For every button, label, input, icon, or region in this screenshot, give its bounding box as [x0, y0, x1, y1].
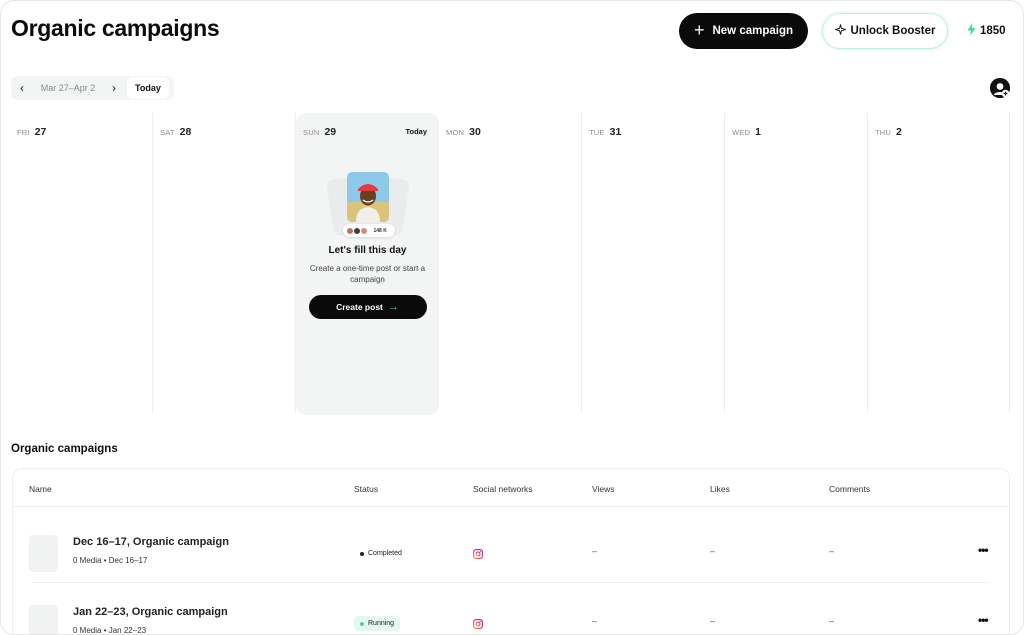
day-number: 28: [179, 126, 192, 138]
day-column-today[interactable]: SUN 29 Today 148 K Let's fill this day C…: [296, 113, 439, 415]
empty-day-subtitle: Create a one-time post or start a campai…: [309, 264, 426, 284]
campaign-dates: Jan 22–23: [108, 626, 147, 635]
instagram-icon: [473, 616, 484, 630]
day-number: 2: [896, 126, 902, 138]
week-calendar: FRI 27 SAT 28 SUN 29 Today 148 K Let's f…: [10, 113, 1010, 415]
media-count: 0 Media: [73, 556, 102, 565]
campaign-title: Jan 22–23, Organic campaign: [73, 606, 228, 618]
media-count: 0 Media: [73, 626, 102, 635]
more-icon[interactable]: •••: [978, 543, 989, 557]
create-post-button[interactable]: Create post →: [308, 295, 427, 319]
comments-value: –: [829, 616, 835, 626]
create-post-label: Create post: [336, 302, 383, 312]
table-header: Name Status Social networks Views Likes …: [13, 469, 1009, 507]
day-number: 1: [755, 126, 761, 138]
day-of-week: MON: [446, 128, 465, 137]
date-navigator: ‹ Mar 27–Apr 2 › Today: [11, 76, 174, 100]
campaigns-section-title: Organic campaigns: [11, 443, 118, 455]
column-header-name[interactable]: Name: [29, 484, 52, 494]
unlock-booster-label: Unlock Booster: [850, 25, 936, 37]
new-campaign-label: New campaign: [712, 25, 794, 37]
new-campaign-button[interactable]: + New campaign: [679, 13, 808, 49]
status-dot: [360, 621, 364, 626]
day-of-week: WED: [732, 128, 751, 137]
lightning-icon: [967, 23, 976, 39]
day-number: 27: [34, 126, 47, 138]
day-column[interactable]: TUE 31: [582, 113, 725, 413]
likes-value: –: [710, 546, 716, 556]
status-text: Running: [368, 620, 395, 627]
page-title: Organic campaigns: [11, 15, 220, 41]
status-text: Completed: [368, 550, 402, 557]
arrow-right-icon: →: [387, 301, 399, 313]
campaign-meta: 0 Media • Dec 16–17: [73, 556, 148, 565]
more-icon[interactable]: •••: [978, 613, 989, 627]
plus-icon: +: [693, 20, 705, 40]
campaign-dates: Dec 16–17: [108, 556, 148, 565]
column-header-likes[interactable]: Likes: [710, 484, 730, 494]
day-of-week: SAT: [160, 128, 175, 137]
chevron-left-icon[interactable]: ‹: [11, 76, 33, 100]
credits-value: 1850: [980, 25, 1006, 37]
today-button[interactable]: Today: [127, 77, 169, 99]
day-of-week: TUE: [589, 128, 605, 137]
column-header-social[interactable]: Social networks: [473, 484, 533, 494]
today-label: Today: [405, 127, 427, 136]
day-column[interactable]: THU 2: [868, 113, 1010, 413]
day-of-week: SUN: [303, 128, 320, 137]
views-value: –: [592, 616, 598, 626]
day-of-week: THU: [875, 128, 892, 137]
day-number: 31: [609, 126, 622, 138]
campaign-thumbnail: [29, 535, 58, 572]
campaign-title: Dec 16–17, Organic campaign: [73, 536, 229, 548]
credits-balance[interactable]: 1850: [967, 23, 1006, 39]
add-account-icon[interactable]: [990, 78, 1010, 98]
column-header-views[interactable]: Views: [592, 484, 615, 494]
day-of-week: FRI: [17, 128, 30, 137]
followers-count: 148 K: [373, 227, 387, 234]
column-header-status[interactable]: Status: [354, 484, 378, 494]
creator-photo: [346, 172, 389, 222]
instagram-icon: [473, 546, 484, 560]
campaign-thumbnail: [29, 605, 58, 634]
status-dot: [360, 551, 364, 556]
followers-badge: 148 K: [342, 224, 395, 237]
day-number: 29: [324, 126, 337, 138]
campaigns-table: Name Status Social networks Views Likes …: [12, 468, 1010, 635]
campaign-meta: 0 Media • Jan 22–23: [73, 626, 147, 635]
app-window: Organic campaigns + New campaign Unlock …: [0, 0, 1024, 635]
comments-value: –: [829, 546, 835, 556]
day-column[interactable]: MON 30: [439, 113, 582, 413]
column-header-comments[interactable]: Comments: [829, 484, 870, 494]
day-column[interactable]: FRI 27: [10, 113, 153, 413]
post-preview-illustration: 148 K: [325, 169, 410, 249]
table-row[interactable]: Dec 16–17, Organic campaign 0 Media • De…: [13, 513, 1009, 583]
views-value: –: [592, 546, 598, 556]
status-badge: Completed: [354, 546, 408, 561]
table-row[interactable]: Jan 22–23, Organic campaign 0 Media • Ja…: [13, 583, 1009, 635]
likes-value: –: [710, 616, 716, 626]
status-badge: Running: [354, 616, 401, 631]
day-column[interactable]: WED 1: [725, 113, 868, 413]
day-column[interactable]: SAT 28: [153, 113, 296, 413]
unlock-booster-button[interactable]: Unlock Booster: [822, 13, 948, 49]
sparkle-icon: [833, 24, 847, 38]
date-range: Mar 27–Apr 2: [40, 83, 96, 93]
empty-day-card: 148 K Let's fill this day Create a one-t…: [296, 153, 439, 319]
chevron-right-icon[interactable]: ›: [103, 76, 125, 100]
day-number: 30: [469, 126, 481, 138]
